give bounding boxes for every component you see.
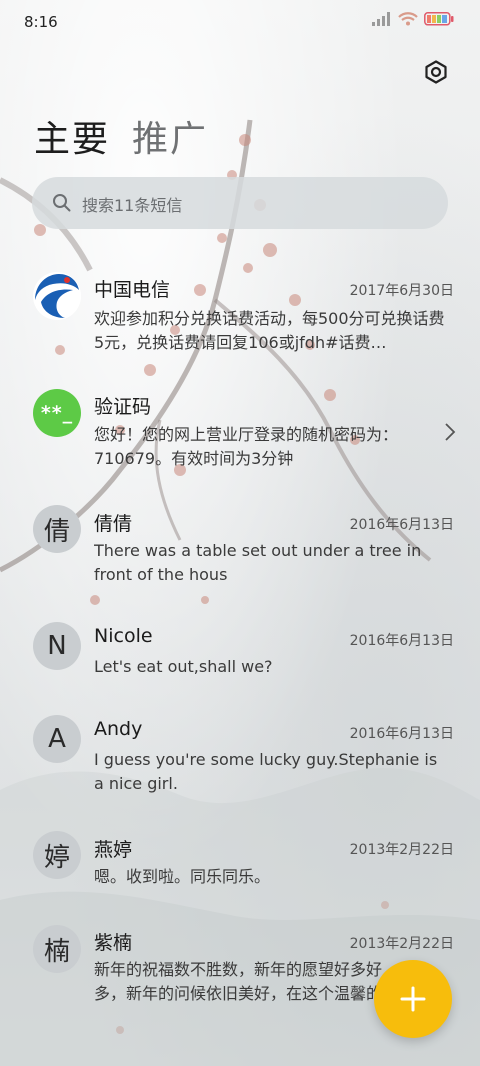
- message-date: 2016年6月13日: [349, 517, 454, 533]
- search-icon: [53, 194, 71, 212]
- search-placeholder: 搜索11条短信: [82, 196, 183, 215]
- message-date: 2013年2月22日: [349, 842, 454, 858]
- settings-button[interactable]: [420, 56, 452, 88]
- message-preview: Let's eat out,shall we?: [94, 657, 273, 676]
- plus-icon: [400, 986, 426, 1012]
- contact-name: 倩倩: [94, 513, 133, 535]
- compose-button[interactable]: [374, 960, 452, 1038]
- message-preview: 欢迎参加积分兑换话费活动，每500分可兑换话费5元，兑换话费请回复106或jfd…: [94, 309, 445, 352]
- conversation-item[interactable]: **_ 验证码 您好！您的网上营业厅登录的随机密码为：710679。有效时间为3…: [0, 386, 480, 486]
- conversation-item[interactable]: 中国电信 2017年6月30日 欢迎参加积分兑换话费活动，每500分可兑换话费5…: [0, 270, 480, 370]
- chevron-right-icon: [445, 423, 456, 441]
- contact-name: 紫楠: [94, 932, 133, 954]
- wifi-icon: [398, 12, 418, 26]
- tab-main[interactable]: 主要: [34, 110, 110, 162]
- conversation-item[interactable]: 婷 燕婷 2013年2月22日 嗯。收到啦。同乐同乐。: [0, 831, 480, 911]
- avatar: N: [33, 622, 81, 670]
- contact-name: Andy: [94, 718, 143, 740]
- message-date: 2016年6月13日: [349, 726, 454, 742]
- message-preview: There was a table set out under a tree i…: [94, 541, 422, 584]
- message-preview: 您好！您的网上营业厅登录的随机密码为：710679。有效时间为3分钟: [94, 425, 399, 468]
- contact-name: 中国电信: [94, 279, 171, 301]
- contact-name: 验证码: [94, 396, 152, 418]
- conversation-item[interactable]: A Andy 2016年6月13日 I guess you're some lu…: [0, 715, 480, 815]
- message-preview: 新年的祝福数不胜数，新年的愿望好多好多，新年的问候依旧美好，在这个温馨的: [94, 960, 383, 1003]
- avatar: 倩: [33, 505, 81, 553]
- signal-icon: [372, 12, 390, 26]
- message-preview: 嗯。收到啦。同乐同乐。: [94, 867, 271, 886]
- settings-icon: [425, 60, 447, 84]
- message-preview: I guess you're some lucky guy.Stephanie …: [94, 750, 438, 793]
- china-telecom-logo-icon: [33, 272, 81, 320]
- avatar: A: [33, 715, 81, 763]
- status-icons: [372, 12, 454, 26]
- contact-name: Nicole: [94, 625, 153, 647]
- avatar: 楠: [33, 925, 81, 973]
- conversation-item[interactable]: N Nicole 2016年6月13日 Let's eat out,shall …: [0, 622, 480, 702]
- avatar: 婷: [33, 831, 81, 879]
- message-date: 2016年6月13日: [349, 633, 454, 649]
- search-input[interactable]: 搜索11条短信: [32, 177, 448, 229]
- status-bar: 8:16: [0, 0, 480, 46]
- avatar: **_: [33, 389, 81, 437]
- tab-promotions[interactable]: 推广: [132, 110, 208, 162]
- battery-icon: [424, 12, 454, 26]
- message-date: 2013年2月22日: [349, 936, 454, 952]
- avatar: [33, 272, 81, 320]
- conversation-item[interactable]: 倩 倩倩 2016年6月13日 There was a table set ou…: [0, 505, 480, 605]
- contact-name: 燕婷: [94, 839, 133, 861]
- message-date: 2017年6月30日: [349, 283, 454, 299]
- status-time: 8:16: [24, 13, 58, 31]
